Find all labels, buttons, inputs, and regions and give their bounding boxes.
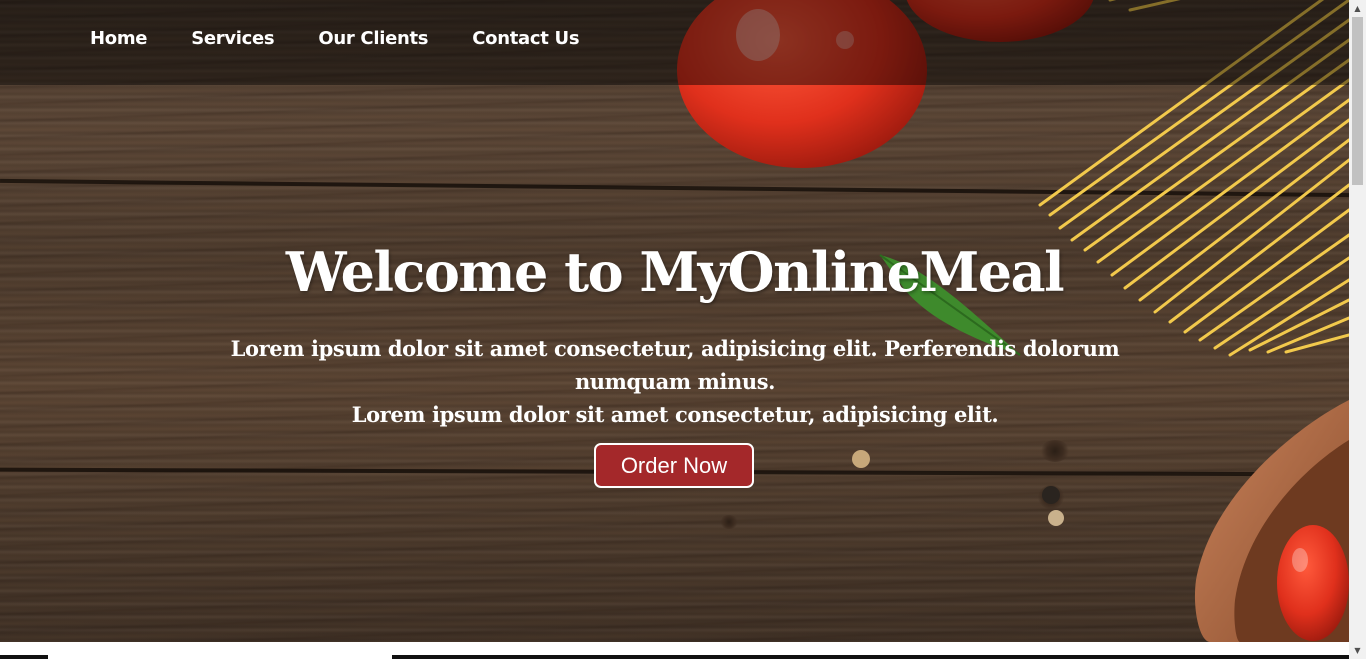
food-decoration-image [677, 0, 1349, 642]
page-scrollbar[interactable]: ▲ ▼ [1349, 0, 1366, 659]
top-navbar: Home Services Our Clients Contact Us [0, 0, 1349, 85]
wooden-bowl-image [1194, 400, 1349, 642]
nav-link-our-clients[interactable]: Our Clients [318, 28, 428, 49]
scroll-up-arrow-icon[interactable]: ▲ [1349, 0, 1366, 17]
section-divider-line [0, 655, 48, 659]
hero-title: Welcome to MyOnlineMeal [285, 240, 1065, 304]
nav-link-contact-us[interactable]: Contact Us [472, 28, 579, 49]
nav-item-our-clients: Our Clients [318, 28, 428, 49]
nav-item-services: Services [191, 28, 274, 49]
nav-menu: Home Services Our Clients Contact Us [90, 28, 580, 49]
nav-item-home: Home [90, 28, 148, 49]
hero-section [0, 0, 1349, 642]
page: Home Services Our Clients Contact Us Wel… [0, 0, 1366, 659]
hero-description-line-1: Lorem ipsum dolor sit amet consectetur, … [230, 336, 1120, 394]
hero-description: Lorem ipsum dolor sit amet consectetur, … [195, 332, 1155, 431]
order-now-button[interactable]: Order Now [594, 443, 754, 488]
nav-link-home[interactable]: Home [90, 28, 148, 49]
hero-description-line-2: Lorem ipsum dolor sit amet consectetur, … [351, 402, 999, 427]
nav-link-services[interactable]: Services [191, 28, 274, 49]
peppercorn-image [852, 450, 1064, 526]
scroll-down-arrow-icon[interactable]: ▼ [1349, 642, 1366, 659]
section-divider-line [392, 655, 1349, 659]
nav-item-contact-us: Contact Us [472, 28, 579, 49]
scrollbar-thumb[interactable] [1352, 17, 1363, 185]
